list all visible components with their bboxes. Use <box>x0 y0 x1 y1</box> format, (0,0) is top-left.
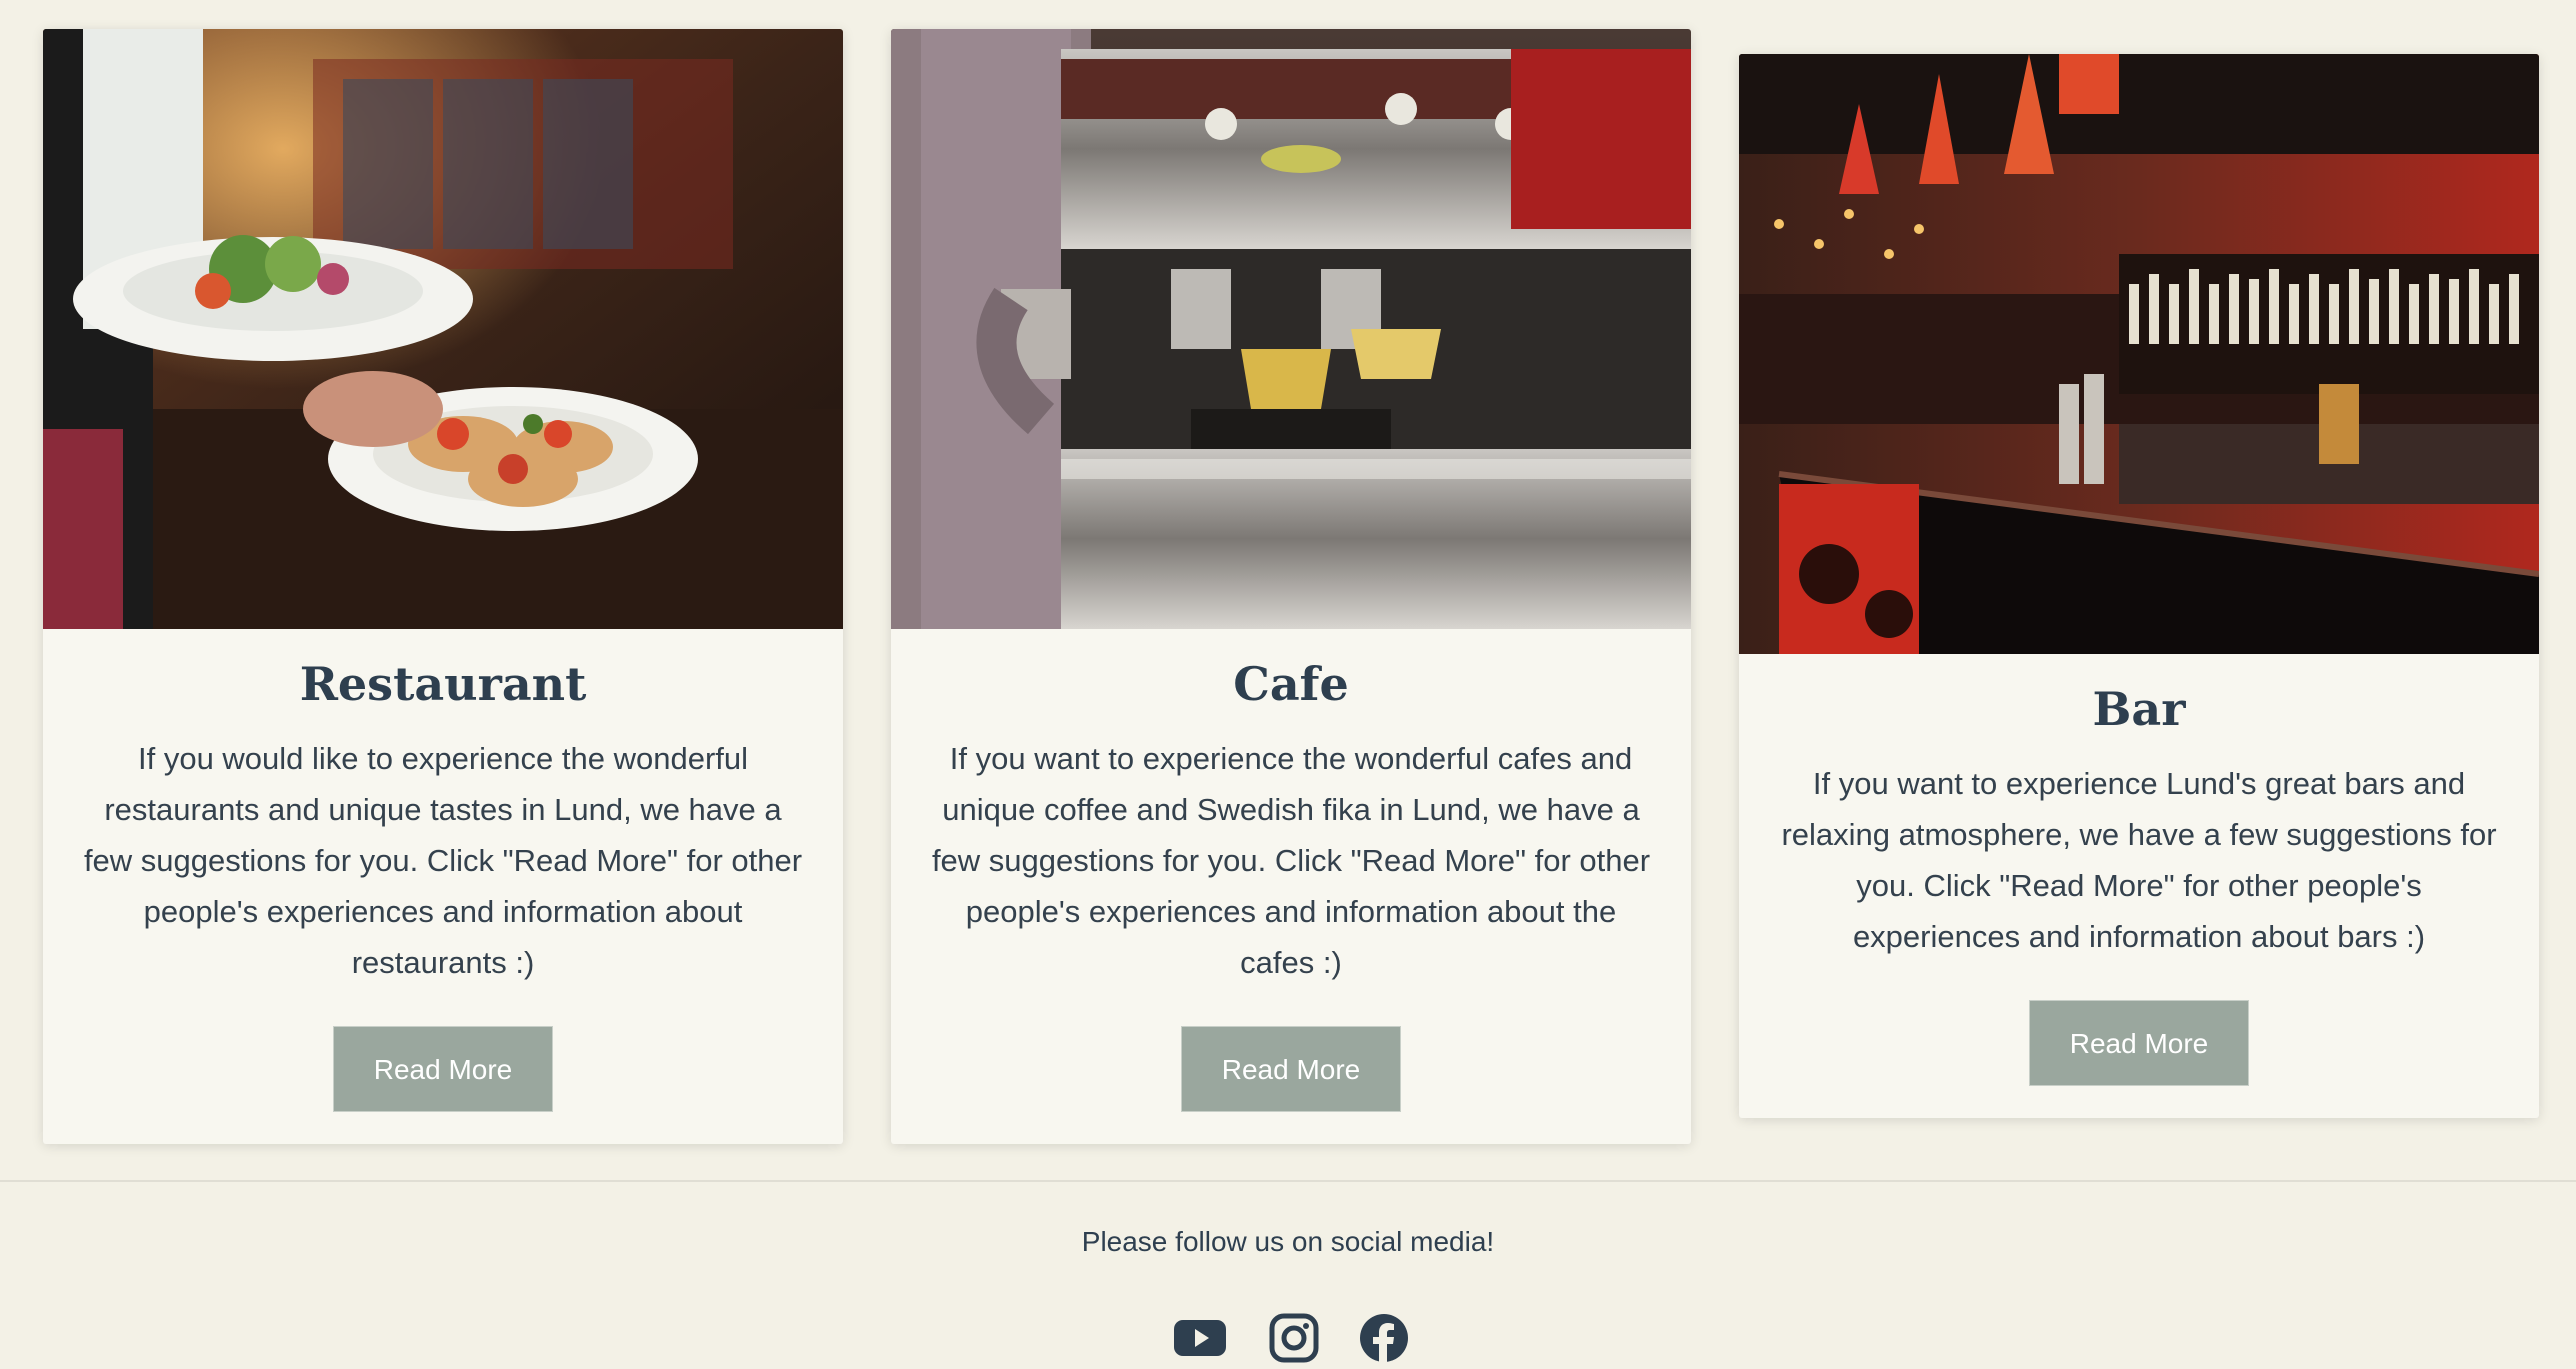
bar-read-more-button[interactable]: Read More <box>2029 1000 2249 1086</box>
cafe-description: If you want to experience the wonderful … <box>931 741 1651 980</box>
card-grid: Restaurant If you would like to experien… <box>0 0 2576 1180</box>
restaurant-card-body: Restaurant If you would like to experien… <box>43 629 843 1144</box>
restaurant-card: Restaurant If you would like to experien… <box>43 29 843 1144</box>
cafe-photo <box>891 29 1691 629</box>
bar-description: If you want to experience Lund's great b… <box>1781 766 2497 954</box>
social-links <box>0 1312 2576 1364</box>
restaurant-title: Restaurant <box>299 657 587 711</box>
restaurant-photo <box>43 29 843 629</box>
youtube-icon[interactable] <box>1174 1312 1226 1364</box>
cafe-card-body: Cafe If you want to experience the wonde… <box>891 629 1691 1144</box>
bar-title: Bar <box>2092 682 2186 736</box>
social-follow-text: Please follow us on social media! <box>1081 1226 1495 1257</box>
bar-photo <box>1739 54 2539 654</box>
cafe-card: Cafe If you want to experience the wonde… <box>891 29 1691 1144</box>
footer: Please follow us on social media! <box>0 1180 2576 1364</box>
restaurant-read-more-button[interactable]: Read More <box>333 1026 553 1112</box>
facebook-icon[interactable] <box>1358 1312 1410 1364</box>
cafe-read-more-button[interactable]: Read More <box>1181 1026 1401 1112</box>
bar-card-body: Bar If you want to experience Lund's gre… <box>1739 654 2539 1118</box>
bar-card: Bar If you want to experience Lund's gre… <box>1739 54 2539 1118</box>
cafe-title: Cafe <box>1233 657 1349 711</box>
restaurant-description: If you would like to experience the wond… <box>83 741 803 980</box>
instagram-icon[interactable] <box>1268 1312 1320 1364</box>
